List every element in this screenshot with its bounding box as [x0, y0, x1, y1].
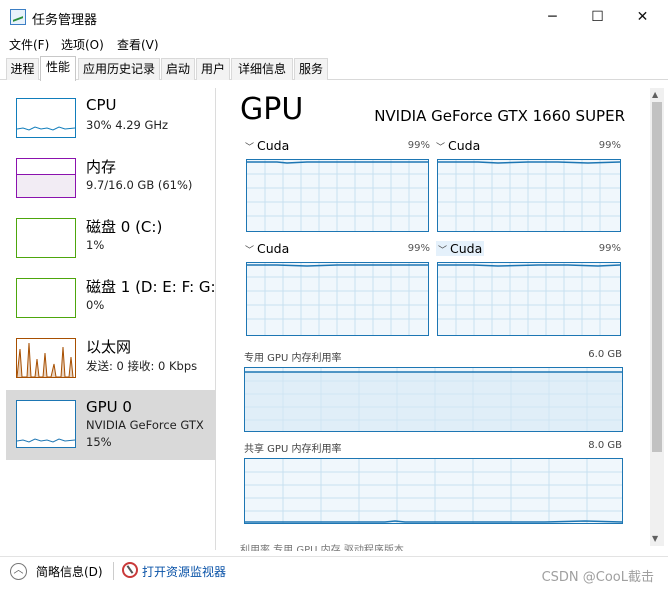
ethernet-thumbnail: [16, 338, 76, 378]
menu-file[interactable]: 文件(F): [9, 36, 49, 53]
page-title: GPU: [240, 92, 304, 127]
gpu-0-thumbnail: [16, 400, 76, 448]
resource-monitor-icon: [122, 562, 138, 578]
resource-detail: 1%: [86, 238, 105, 252]
vertical-scrollbar[interactable]: ▲ ▼: [650, 88, 664, 546]
cpu-thumbnail: [16, 98, 76, 138]
resource-name: 磁盘 0 (C:): [86, 218, 163, 236]
open-resource-monitor-link[interactable]: 打开资源监视器: [142, 563, 226, 580]
title-bar: 任务管理器 ─ ☐ ✕: [0, 0, 668, 34]
chevron-down-icon: ﹀: [436, 143, 446, 153]
menu-options[interactable]: 选项(O): [61, 36, 104, 53]
dedicated-memory-label: 专用 GPU 内存利用率: [244, 353, 342, 364]
engine-percent: 99%: [598, 243, 621, 254]
footer-separator: [113, 562, 114, 580]
memory-thumbnail: [16, 158, 76, 198]
scroll-up-icon[interactable]: ▲: [652, 90, 658, 99]
menu-bar: 文件(F) 选项(O) 查看(V): [0, 34, 668, 54]
resource-detail: 发送: 0 接收: 0 Kbps: [86, 359, 198, 373]
resource-name: 磁盘 1 (D: E: F: G:: [86, 278, 216, 296]
engine-percent: 99%: [598, 140, 621, 151]
resource-disk-1[interactable]: 磁盘 1 (D: E: F: G: 0%: [6, 268, 216, 328]
engine-label: Cuda: [257, 138, 290, 153]
engine-graph: [437, 159, 621, 232]
resource-detail: NVIDIA GeForce GTX: [86, 418, 204, 432]
scrollbar-thumb[interactable]: [652, 102, 662, 452]
tab-performance[interactable]: 性能: [40, 56, 76, 81]
engine-selector[interactable]: ﹀ Cuda: [436, 138, 480, 153]
engine-percent: 99%: [407, 243, 430, 254]
window-title: 任务管理器: [32, 13, 98, 28]
chevron-down-icon: ﹀: [245, 143, 255, 153]
resource-ethernet[interactable]: 以太网 发送: 0 接收: 0 Kbps: [6, 328, 216, 388]
resource-cpu[interactable]: CPU 30% 4.29 GHz: [6, 88, 216, 148]
resource-name: 内存: [86, 158, 117, 176]
resource-name: 以太网: [86, 338, 132, 356]
menu-view[interactable]: 查看(V): [117, 36, 159, 53]
fewer-details-button[interactable]: 简略信息(D): [36, 563, 103, 580]
maximize-button[interactable]: ☐: [575, 0, 620, 34]
engine-percent: 99%: [407, 140, 430, 151]
tab-services[interactable]: 服务: [294, 58, 328, 80]
gpu-model-name: NVIDIA GeForce GTX 1660 SUPER: [374, 107, 625, 125]
shared-memory-label: 共享 GPU 内存利用率: [244, 444, 342, 455]
resource-detail: 0%: [86, 298, 105, 312]
watermark: CSDN @CooL截击: [541, 570, 654, 585]
chevron-down-icon: ﹀: [438, 246, 448, 256]
engine-selector[interactable]: ﹀ Cuda: [436, 241, 485, 256]
task-manager-icon: [10, 9, 26, 25]
engine-selector[interactable]: ﹀ Cuda: [245, 241, 289, 256]
resource-disk-0[interactable]: 磁盘 0 (C:) 1%: [6, 208, 216, 268]
tab-app-history[interactable]: 应用历史记录: [78, 58, 160, 80]
engine-graph: [246, 159, 429, 232]
resource-list: CPU 30% 4.29 GHz 内存 9.7/16.0 GB (61%) 磁盘…: [6, 88, 216, 550]
resource-detail: 9.7/16.0 GB (61%): [86, 178, 193, 192]
resource-detail: 30% 4.29 GHz: [86, 118, 169, 132]
resource-memory[interactable]: 内存 9.7/16.0 GB (61%): [6, 148, 216, 208]
engine-label: Cuda: [450, 241, 483, 256]
engine-graph: [246, 262, 429, 336]
disk-0-thumbnail: [16, 218, 76, 258]
chevron-down-icon: ﹀: [245, 246, 255, 256]
gpu-detail-panel: GPU NVIDIA GeForce GTX 1660 SUPER ﹀ Cuda …: [240, 88, 630, 550]
dedicated-memory-graph: [244, 367, 623, 432]
scroll-down-icon[interactable]: ▼: [652, 534, 658, 543]
close-button[interactable]: ✕: [620, 0, 665, 34]
shared-memory-value: 8.0 GB: [588, 440, 622, 451]
engine-label: Cuda: [257, 241, 290, 256]
engine-graph: [437, 262, 621, 336]
tab-processes[interactable]: 进程: [6, 58, 39, 80]
resource-utilization: 15%: [86, 435, 112, 449]
engine-label: Cuda: [448, 138, 481, 153]
disk-1-thumbnail: [16, 278, 76, 318]
engine-selector[interactable]: ﹀ Cuda: [245, 138, 289, 153]
dedicated-memory-value: 6.0 GB: [588, 349, 622, 360]
tab-users[interactable]: 用户: [196, 58, 230, 80]
tab-bar: 进程 性能 应用历史记录 启动 用户 详细信息 服务: [0, 56, 668, 81]
tab-details[interactable]: 详细信息: [231, 58, 293, 80]
minimize-button[interactable]: ─: [530, 0, 575, 34]
tab-startup[interactable]: 启动: [161, 58, 195, 80]
resource-name: GPU 0: [86, 398, 132, 416]
resource-gpu-0[interactable]: GPU 0 NVIDIA GeForce GTX 15%: [6, 390, 216, 460]
resource-name: CPU: [86, 96, 117, 114]
shared-memory-graph: [244, 458, 623, 524]
stats-row-partial: 利用率 专用 GPU 内存 驱动程序版本: [240, 545, 404, 551]
chevron-up-icon[interactable]: ︿: [10, 563, 27, 580]
